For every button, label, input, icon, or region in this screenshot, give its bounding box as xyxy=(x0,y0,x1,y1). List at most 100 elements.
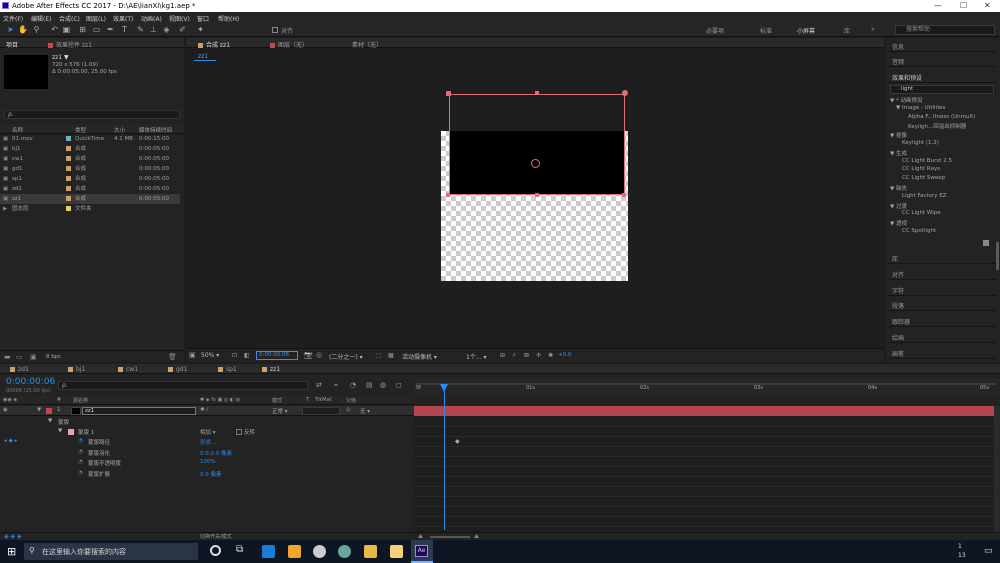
clock-time[interactable]: 1 xyxy=(958,543,962,550)
stopwatch-icon[interactable]: ◔ xyxy=(78,459,83,465)
timeline-tab[interactable]: zz1 xyxy=(262,366,280,373)
camera-select[interactable]: 活动摄像机 ▾ xyxy=(402,352,437,361)
timeline-tab[interactable]: gd1 xyxy=(168,366,187,373)
panel-item[interactable]: 跟踪器 xyxy=(886,313,996,328)
rectangle-tool-icon[interactable]: ▭ xyxy=(92,25,101,34)
project-search-input[interactable]: ρ. xyxy=(4,110,180,119)
project-item-row[interactable]: ▶ 固态层 文件夹 xyxy=(0,204,180,214)
zoom-select[interactable]: 50% ▾ xyxy=(201,352,219,359)
current-time-indicator[interactable] xyxy=(444,384,445,530)
pen-tool-icon[interactable]: ✒ xyxy=(106,25,115,34)
app-icon-cloud[interactable] xyxy=(313,545,326,558)
menu-composition[interactable]: 合成(C) xyxy=(59,14,80,23)
transparency-grid-icon[interactable]: ▦ xyxy=(388,352,394,359)
menu-animation[interactable]: 动画(A) xyxy=(141,14,162,23)
folder-expand-icon[interactable]: ▶ xyxy=(3,204,7,214)
tab-footage[interactable]: 素材（无） xyxy=(352,40,382,49)
panel-effects-presets[interactable]: 效果和预设 xyxy=(886,69,996,83)
workspace-small-screen[interactable]: 小屏幕 xyxy=(797,26,815,35)
label-color[interactable] xyxy=(66,136,71,141)
always-preview-icon[interactable]: ▣ xyxy=(189,351,196,359)
zoom-tool-icon[interactable]: ⚲ xyxy=(32,25,41,34)
current-time-field[interactable]: 0:00:00:06 xyxy=(256,351,298,360)
panel-item[interactable]: 画笔 xyxy=(886,345,996,359)
menu-file[interactable]: 文件(F) xyxy=(3,14,23,23)
layer-name-field[interactable]: zz1 xyxy=(82,407,196,415)
menu-view[interactable]: 视图(V) xyxy=(169,14,190,23)
timeline-search-input[interactable]: ρ. xyxy=(58,381,308,390)
av-switches-icon[interactable]: ◉◉ ◈ xyxy=(3,397,17,403)
layer-mode-select[interactable]: 正常 ▾ xyxy=(272,407,288,415)
toggle-switches-modes[interactable]: 切换开关/模式 xyxy=(200,533,232,540)
project-item-row[interactable]: ▣ gd1 合成 0:00:05:00 xyxy=(0,164,180,174)
col-duration[interactable]: 媒体持续时间 xyxy=(139,126,172,134)
mask-path-outline[interactable] xyxy=(449,94,625,195)
guides-icon[interactable]: ⊡ xyxy=(232,352,237,359)
brush-tool-icon[interactable]: ✎ xyxy=(136,25,145,34)
timeline-icon[interactable]: ⊠ xyxy=(524,352,529,359)
col-type[interactable]: 类型 xyxy=(75,126,86,134)
effect-item[interactable]: CC Light Sweep xyxy=(902,175,945,181)
layer-duration-bar[interactable] xyxy=(414,406,994,416)
menu-edit[interactable]: 编辑(E) xyxy=(31,14,51,23)
resolution-select[interactable]: (二分之一) ▾ xyxy=(329,352,363,361)
panel-item[interactable]: 绘画 xyxy=(886,329,996,343)
tab-project[interactable]: 项目 xyxy=(6,40,18,49)
tab-composition[interactable]: 合成 zz1 xyxy=(198,40,230,49)
fast-preview-icon[interactable]: ⚡ xyxy=(512,352,516,359)
composition-mini-flowchart-icon[interactable]: ⇄ xyxy=(316,381,322,389)
rotate-tool-icon[interactable]: ↶ xyxy=(50,25,59,34)
mask-vertex-handle[interactable] xyxy=(535,193,539,197)
project-item-row[interactable]: ▣ sp1 合成 0:00:05:00 xyxy=(0,174,180,184)
notification-icon[interactable]: ▭ xyxy=(984,546,993,556)
mask-vertex-handle[interactable] xyxy=(622,90,628,96)
mask-property-value[interactable]: 0.0 像素 xyxy=(200,470,222,478)
close-button[interactable]: ✕ xyxy=(984,1,991,10)
timeline-zoom-slider[interactable] xyxy=(430,536,470,538)
panel-audio[interactable]: 音频 xyxy=(886,53,996,67)
tab-layer[interactable]: 图层（无） xyxy=(270,40,308,49)
project-item-row[interactable]: ▣ 01.mov QuickTime 4.1 MB 0:00:15:00 xyxy=(0,134,180,144)
effect-item[interactable]: CC Spotlight xyxy=(902,228,936,234)
new-folder-icon[interactable]: ▭ xyxy=(16,353,23,361)
label-color[interactable] xyxy=(66,166,71,171)
effect-item[interactable]: Alpha F...ltness (Unmult) xyxy=(908,114,975,120)
eraser-tool-icon[interactable]: ◈ xyxy=(162,25,171,34)
bpc-indicator[interactable]: 8 bpc xyxy=(46,354,61,360)
mask-property-row[interactable]: ◂ ◆ ▸ ◔ 蒙版路径 形状... xyxy=(0,437,414,447)
snapshot-icon[interactable]: 📷 xyxy=(304,351,313,359)
edge-browser-icon[interactable] xyxy=(262,545,275,558)
effect-item[interactable]: Keylight (1.2) xyxy=(902,140,939,146)
label-color[interactable] xyxy=(66,196,71,201)
stopwatch-icon[interactable]: ◔ xyxy=(78,438,83,444)
file-explorer-icon[interactable] xyxy=(364,545,377,558)
mask-property-value[interactable]: 形状... xyxy=(200,438,216,446)
app-icon-bird[interactable] xyxy=(338,545,351,558)
region-of-interest-icon[interactable]: ⬚ xyxy=(376,352,382,359)
label-color[interactable] xyxy=(66,146,71,151)
workspace-essentials[interactable]: 必要项 xyxy=(706,26,724,35)
label-color[interactable] xyxy=(66,156,71,161)
visibility-eye-icon[interactable]: ◉ xyxy=(3,407,8,413)
layer-label-color[interactable] xyxy=(46,408,52,414)
right-panel-scrollbar[interactable] xyxy=(996,242,999,270)
exposure-icon[interactable]: ✺ xyxy=(548,352,553,359)
maximize-button[interactable]: ☐ xyxy=(960,1,967,10)
mask-property-row[interactable]: ◔ 蒙版羽化 0.0,0.0 像素 xyxy=(0,448,414,458)
mask-property-value[interactable]: 0.0,0.0 像素 xyxy=(200,449,232,457)
draft-3d-icon[interactable]: ⌖ xyxy=(334,381,338,390)
timeline-tab[interactable]: sp1 xyxy=(218,366,237,373)
panel-item[interactable]: 库 xyxy=(886,250,996,264)
panel-info[interactable]: 信息 xyxy=(886,38,996,52)
effect-item[interactable]: ▼ Image - Utilities xyxy=(896,105,945,111)
selected-item-name[interactable]: zz1 ▼ xyxy=(52,54,69,61)
mask-property-value[interactable]: 100% xyxy=(200,459,216,465)
mask-mode-select[interactable]: 相加 ▾ xyxy=(200,428,216,436)
roto-tool-icon[interactable]: ✐ xyxy=(178,25,187,34)
label-color[interactable] xyxy=(66,176,71,181)
shy-icon[interactable]: ◔ xyxy=(350,381,356,389)
graph-editor-icon[interactable]: ◻ xyxy=(396,381,402,389)
stopwatch-icon[interactable]: ◔ xyxy=(78,470,83,476)
app-icon-notes[interactable] xyxy=(390,545,403,558)
new-bin-icon[interactable] xyxy=(983,240,989,246)
